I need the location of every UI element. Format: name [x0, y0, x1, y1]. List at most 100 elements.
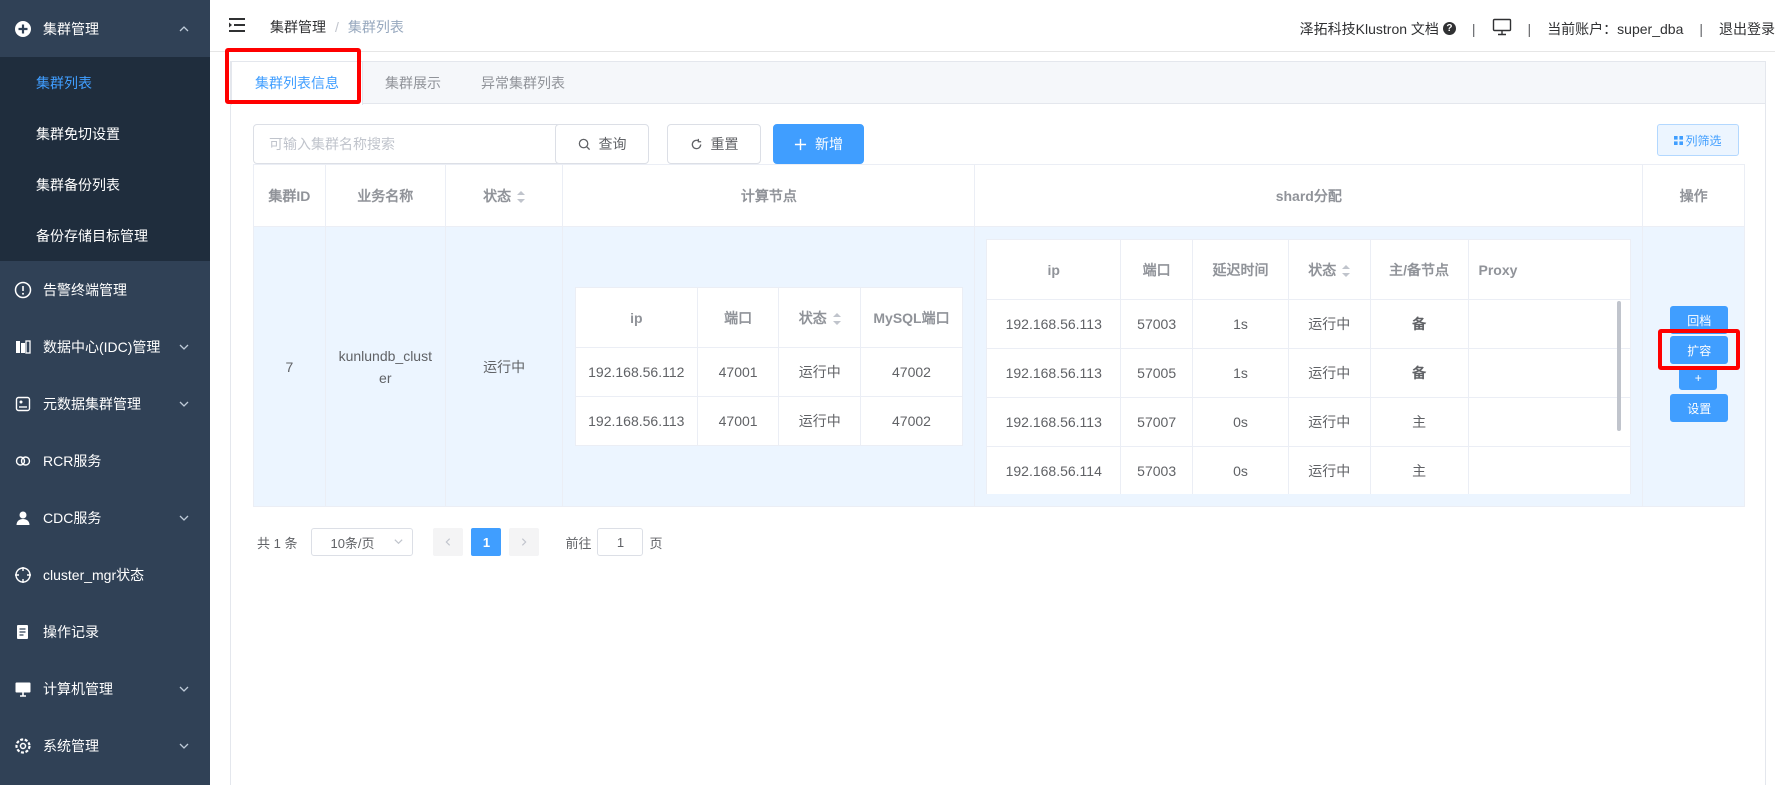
compute-header-ip: ip — [574, 287, 698, 348]
shard-cell-role: 主 — [1369, 397, 1469, 447]
sort-icon[interactable] — [1342, 264, 1351, 277]
shard-cell-role: 备 — [1369, 299, 1469, 349]
header-right: 泽拓科技Klustron 文档 ? | | 当前账户：super_dba | 退… — [1300, 17, 1775, 40]
compute-cell-mysql-port: 47002 — [860, 396, 963, 446]
tab-abnormal-clusters[interactable]: 异常集群列表 — [463, 62, 583, 104]
sidebar-item-label: 数据中心(IDC)管理 — [43, 338, 161, 355]
shard-cell-status: 运行中 — [1287, 397, 1371, 447]
reset-button[interactable]: 重置 — [667, 124, 761, 164]
settings-button[interactable]: 设置 — [1670, 394, 1729, 422]
sidebar-item-computer[interactable]: 计算机管理 — [0, 660, 210, 717]
shard-cell-delay: 0s — [1192, 446, 1289, 494]
sidebar-item-records[interactable]: 操作记录 — [0, 603, 210, 660]
sidebar-item-idc[interactable]: 数据中心(IDC)管理 — [0, 318, 210, 375]
sidebar-item-label: 元数据集群管理 — [43, 395, 141, 412]
shard-cell-ip: 192.168.56.113 — [986, 397, 1122, 447]
page-number-current[interactable]: 1 — [471, 528, 502, 556]
reset-button-label: 重置 — [710, 136, 739, 152]
sort-icon[interactable] — [832, 312, 841, 325]
search-icon — [578, 138, 591, 151]
pagination: 共 1 条 10条/页 1 前往 页 — [257, 528, 663, 556]
sidebar-item-cluster-backup[interactable]: 集群备份列表 — [0, 159, 210, 210]
sidebar-item-backup-storage[interactable]: 备份存储目标管理 — [0, 210, 210, 261]
rollback-button[interactable]: 回档 — [1670, 306, 1729, 334]
submenu-cluster: 集群列表 集群免切设置 集群备份列表 备份存储目标管理 — [0, 57, 210, 261]
col-header-status-label: 状态 — [483, 187, 512, 204]
breadcrumb: 集群管理 / 集群列表 — [270, 17, 404, 37]
compute-cell-status: 运行中 — [778, 347, 862, 397]
sidebar-item-cluster-list[interactable]: 集群列表 — [0, 57, 210, 108]
help-icon[interactable]: ? — [1442, 22, 1456, 35]
next-page-button[interactable] — [509, 528, 540, 556]
expand-button[interactable]: 扩容 — [1670, 336, 1729, 364]
add-shard-button[interactable]: + — [1679, 366, 1718, 390]
menu-toggle-icon[interactable] — [228, 16, 246, 34]
shard-cell-status: 运行中 — [1287, 348, 1371, 398]
sidebar-item-label: cluster_mgr状态 — [43, 566, 145, 583]
col-header-status[interactable]: 状态 — [444, 164, 564, 227]
sidebar-item-alert[interactable]: 告警终端管理 — [0, 261, 210, 318]
breadcrumb-separator: / — [335, 19, 339, 35]
shard-cell-port: 57005 — [1120, 348, 1194, 398]
column-filter-label: 列筛选 — [1685, 133, 1722, 148]
sidebar-item-metadata[interactable]: 元数据集群管理 — [0, 375, 210, 432]
breadcrumb-item[interactable]: 集群管理 — [270, 17, 326, 37]
tab-cluster-list-info[interactable]: 集群列表信息 — [231, 62, 363, 105]
col-header-ops: 操作 — [1642, 164, 1745, 227]
shard-header-status-label: 状态 — [1308, 261, 1337, 278]
sidebar-item-system[interactable]: 系统管理 — [0, 717, 210, 774]
sidebar-item-rcr[interactable]: RCR服务 — [0, 432, 210, 489]
metadata-icon — [14, 395, 32, 413]
main-content: 集群列表信息 集群展示 异常集群列表 查询 重置 新增 列筛选 集群ID 业务名… — [225, 48, 1766, 785]
compute-header-status-label: 状态 — [798, 309, 827, 326]
chevron-down-icon — [178, 341, 190, 353]
cell-ops: 回档 扩容 + 设置 — [1642, 226, 1745, 507]
query-button[interactable]: 查询 — [555, 124, 649, 164]
sort-icon[interactable] — [517, 190, 526, 203]
sidebar-item-cdc[interactable]: CDC服务 — [0, 489, 210, 546]
shard-header-ip: ip — [986, 239, 1122, 300]
cell-name: kunlundb_cluster — [324, 226, 446, 507]
compute-cell-status: 运行中 — [778, 396, 862, 446]
goto-prefix: 前往 — [565, 535, 592, 551]
column-filter-button[interactable]: 列筛选 — [1657, 124, 1739, 156]
shard-cell-port: 57003 — [1120, 299, 1194, 349]
user-icon — [14, 509, 32, 527]
screen-icon[interactable] — [1492, 17, 1512, 40]
shard-row: 192.168.56.113 57007 0s 运行中主 — [986, 397, 1632, 447]
add-button[interactable]: 新增 — [773, 124, 864, 164]
goto-page-input[interactable] — [597, 528, 644, 556]
shard-header-status[interactable]: 状态 — [1287, 239, 1371, 300]
link-icon — [14, 452, 32, 470]
shard-table: ip 端口 延迟时间 状态 主/备节点 Proxy 192.168.56.113… — [986, 239, 1632, 494]
shard-cell-status: 运行中 — [1287, 299, 1371, 349]
refresh-icon — [690, 138, 703, 151]
search-input[interactable] — [253, 124, 561, 164]
sidebar-item-cluster-management[interactable]: 集群管理 — [0, 0, 210, 57]
sidebar-item-cluster-failover[interactable]: 集群免切设置 — [0, 108, 210, 159]
shard-scrollbar[interactable] — [1617, 301, 1622, 431]
record-icon — [14, 623, 32, 641]
docs-link[interactable]: 泽拓科技Klustron 文档 — [1300, 19, 1439, 39]
logout-link[interactable]: 退出登录 — [1719, 19, 1775, 39]
pagination-total: 共 1 条 — [257, 535, 298, 551]
prev-page-button[interactable] — [433, 528, 464, 556]
page-size-select[interactable]: 10条/页 — [311, 528, 414, 556]
cell-id: 7 — [253, 226, 326, 507]
shard-cell-proxy — [1467, 299, 1632, 349]
tab-cluster-display[interactable]: 集群展示 — [363, 62, 463, 104]
shard-cell-delay: 1s — [1192, 348, 1289, 398]
table-row: 7 kunlundb_cluster 运行中 ip 端口 状态 MySQL端口 — [253, 226, 1745, 507]
datacenter-icon — [14, 338, 32, 356]
sidebar-item-label: 告警终端管理 — [43, 281, 127, 298]
sidebar-item-cluster-mgr[interactable]: cluster_mgr状态 — [0, 546, 210, 603]
compute-table: ip 端口 状态 MySQL端口 192.168.56.112 47001 运行中 4… — [574, 287, 963, 446]
shard-row: 192.168.56.113 57005 1s 运行中备 — [986, 348, 1632, 398]
compute-header-mysql-port: MySQL端口 — [860, 287, 963, 348]
compute-row: 192.168.56.112 47001 运行中 47002 — [574, 347, 963, 397]
chevron-down-icon — [178, 683, 190, 695]
chevron-down-icon — [393, 535, 404, 550]
compute-header-status[interactable]: 状态 — [778, 287, 862, 348]
shard-cell-ip: 192.168.56.114 — [986, 446, 1122, 494]
shard-table-wrapper: ip 端口 延迟时间 状态 主/备节点 Proxy 192.168.56.113… — [986, 239, 1632, 494]
